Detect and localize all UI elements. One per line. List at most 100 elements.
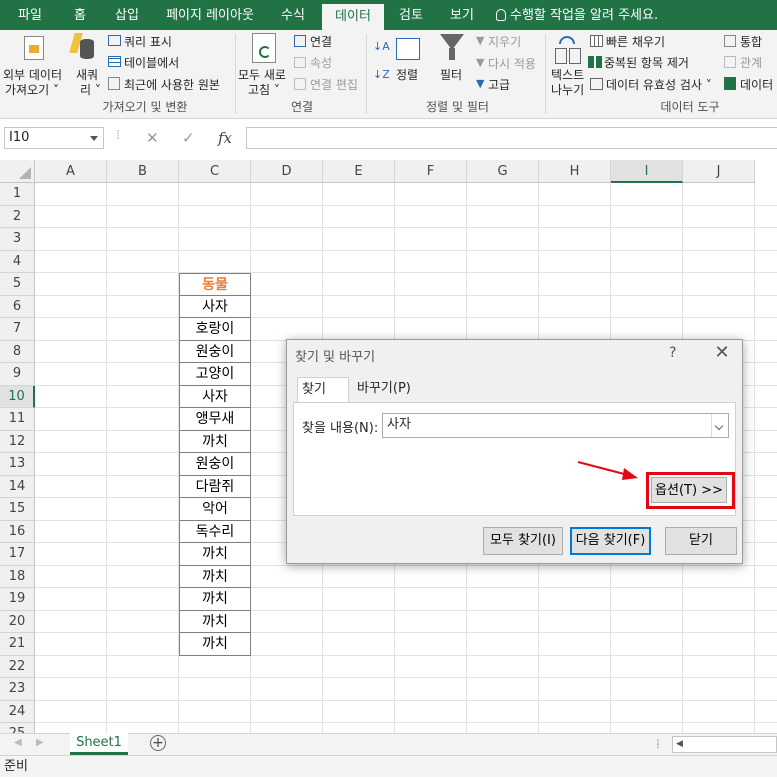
row-header-5[interactable]: 5 [0, 273, 35, 296]
column-header-d[interactable]: D [251, 160, 323, 183]
row-header-20[interactable]: 20 [0, 610, 35, 633]
table-header-cell[interactable]: 동물 [179, 273, 251, 296]
row-header-14[interactable]: 14 [0, 475, 35, 498]
table-cell[interactable]: 고양이 [179, 363, 251, 386]
row-header-1[interactable]: 1 [0, 183, 35, 206]
row-header-6[interactable]: 6 [0, 295, 35, 318]
remove-duplicates-button[interactable]: 중복된 항목 제거 [604, 54, 689, 71]
relationships-button[interactable]: 관계 [740, 54, 762, 71]
column-header-e[interactable]: E [323, 160, 395, 183]
column-header-h[interactable]: H [539, 160, 611, 183]
advanced-button[interactable]: 고급 [488, 76, 510, 93]
row-header-24[interactable]: 24 [0, 700, 35, 723]
sort-button[interactable]: 정렬 [396, 66, 418, 83]
flash-fill-button[interactable]: 빠른 채우기 [606, 33, 665, 50]
table-cell[interactable]: 까치 [179, 610, 251, 633]
find-next-button[interactable]: 다음 찾기(F) [570, 527, 651, 555]
get-external-data-label-2[interactable]: 가져오기 ˅ [5, 81, 59, 98]
row-header-15[interactable]: 15 [0, 498, 35, 521]
horizontal-scrollbar[interactable]: ◀ [672, 736, 777, 753]
text-to-columns-label-2[interactable]: 나누기 [551, 81, 584, 98]
tab-home[interactable]: 홈 [60, 0, 100, 30]
sort-desc-icon[interactable]: ↓Z [373, 68, 390, 81]
consolidate-button[interactable]: 통합 [740, 33, 762, 50]
table-cell[interactable]: 호랑이 [179, 318, 251, 341]
find-all-button[interactable]: 모두 찾기(I) [483, 527, 563, 555]
column-header-g[interactable]: G [467, 160, 539, 183]
tab-find[interactable]: 찾기(D) [297, 377, 349, 421]
enter-icon[interactable]: ✓ [182, 127, 195, 149]
recent-sources-button[interactable]: 최근에 사용한 원본 [124, 76, 220, 93]
row-header-8[interactable]: 8 [0, 340, 35, 363]
data-validation-button[interactable]: 데이터 유효성 검사 ˅ [606, 76, 712, 93]
formula-input[interactable] [246, 127, 777, 149]
column-header-a[interactable]: A [35, 160, 107, 183]
row-header-21[interactable]: 21 [0, 633, 35, 656]
find-what-input[interactable]: 사자 [382, 413, 729, 438]
table-cell[interactable]: 앵무새 [179, 408, 251, 431]
sheet-tab-sheet1[interactable]: Sheet1 [70, 733, 128, 755]
row-header-9[interactable]: 9 [0, 363, 35, 386]
table-cell[interactable]: 원숭이 [179, 340, 251, 363]
cancel-icon[interactable]: ✕ [146, 127, 159, 149]
row-header-25[interactable]: 25 [0, 723, 35, 733]
new-query-label-2[interactable]: 리 ˅ [80, 81, 101, 98]
table-cell[interactable]: 다람쥐 [179, 475, 251, 498]
tab-review[interactable]: 검토 [390, 0, 432, 30]
splitter-dots-icon[interactable]: ⁞ [656, 737, 660, 751]
close-icon[interactable]: ✕ [712, 342, 732, 363]
chevron-down-icon[interactable] [711, 414, 728, 437]
row-header-16[interactable]: 16 [0, 520, 35, 543]
from-table-button[interactable]: 테이블에서 [124, 54, 179, 71]
column-header-b[interactable]: B [107, 160, 179, 183]
column-header-i[interactable]: I [611, 160, 683, 183]
row-header-12[interactable]: 12 [0, 430, 35, 453]
scroll-left-icon[interactable]: ◀ [14, 737, 22, 748]
connections-button[interactable]: 연결 [310, 33, 332, 50]
insert-function-icon[interactable]: fx [218, 127, 232, 149]
properties-button[interactable]: 속성 [310, 54, 332, 71]
row-header-11[interactable]: 11 [0, 408, 35, 431]
tab-formulas[interactable]: 수식 [270, 0, 316, 30]
edit-links-button[interactable]: 연결 편집 [310, 76, 358, 93]
column-header-f[interactable]: F [395, 160, 467, 183]
add-sheet-icon[interactable]: + [150, 735, 166, 751]
tell-me-box[interactable]: 수행할 작업을 알려 주세요. [496, 0, 658, 30]
close-button[interactable]: 닫기 [665, 527, 737, 555]
sort-asc-icon[interactable]: ↓A [373, 40, 390, 53]
table-cell[interactable]: 까치 [179, 565, 251, 588]
table-cell[interactable]: 사자 [179, 295, 251, 318]
reapply-button[interactable]: 다시 적용 [488, 55, 536, 72]
row-header-18[interactable]: 18 [0, 565, 35, 588]
tab-insert[interactable]: 삽입 [104, 0, 150, 30]
help-icon[interactable]: ? [669, 345, 676, 361]
row-header-17[interactable]: 17 [0, 543, 35, 566]
filter-button[interactable]: 필터 [440, 66, 462, 83]
tab-data[interactable]: 데이터 [322, 4, 384, 30]
row-header-19[interactable]: 19 [0, 588, 35, 611]
table-cell[interactable]: 악어 [179, 498, 251, 521]
show-queries-button[interactable]: 쿼리 표시 [124, 33, 172, 50]
refresh-all-label-2[interactable]: 고침 ˅ [248, 81, 280, 98]
name-box[interactable]: I10 [4, 127, 104, 149]
chevron-down-icon[interactable] [90, 136, 98, 141]
row-header-13[interactable]: 13 [0, 453, 35, 476]
tab-replace[interactable]: 바꾸기(P) [353, 377, 415, 402]
row-header-23[interactable]: 23 [0, 678, 35, 701]
tab-file[interactable]: 파일 [8, 0, 52, 30]
row-header-4[interactable]: 4 [0, 250, 35, 273]
data-model-button[interactable]: 데이터 [740, 76, 773, 93]
table-cell[interactable]: 까치 [179, 543, 251, 566]
column-header-c[interactable]: C [179, 160, 251, 183]
select-all-corner[interactable] [0, 160, 35, 183]
row-header-7[interactable]: 7 [0, 318, 35, 341]
row-header-3[interactable]: 3 [0, 228, 35, 251]
tab-page-layout[interactable]: 페이지 레이아웃 [158, 0, 262, 30]
table-cell[interactable]: 사자 [179, 385, 251, 408]
row-header-10[interactable]: 10 [0, 385, 35, 408]
table-cell[interactable]: 독수리 [179, 520, 251, 543]
clear-button[interactable]: 지우기 [488, 33, 521, 50]
row-header-22[interactable]: 22 [0, 655, 35, 678]
table-cell[interactable]: 까치 [179, 430, 251, 453]
tab-view[interactable]: 보기 [440, 0, 484, 30]
